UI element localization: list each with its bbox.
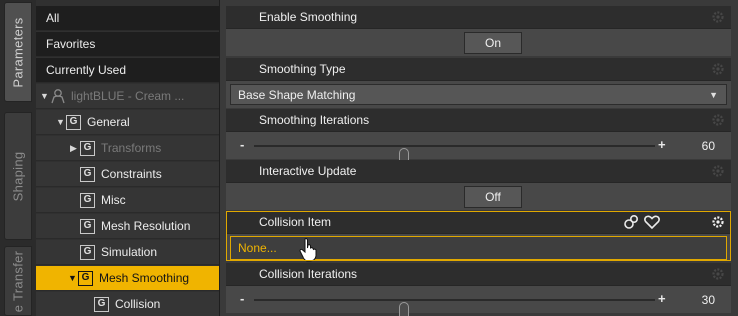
gear-icon[interactable] bbox=[711, 10, 725, 24]
gear-icon[interactable] bbox=[711, 62, 725, 76]
tree-item-all[interactable]: All bbox=[36, 6, 219, 31]
gear-icon[interactable] bbox=[711, 215, 725, 229]
collision-item-value: None... bbox=[238, 241, 277, 255]
parameter-tree: All Favorites Currently Used ▼ lightBLUE… bbox=[36, 0, 220, 316]
property-body: None... bbox=[226, 233, 731, 262]
hand-cursor-icon bbox=[299, 238, 317, 262]
property-title: Collision Item bbox=[259, 215, 332, 229]
tree-item-simulation[interactable]: G Simulation bbox=[36, 240, 219, 265]
tab-shaping[interactable]: Shaping bbox=[4, 112, 32, 240]
interactive-update-toggle[interactable]: Off bbox=[464, 186, 522, 208]
tree-item-misc[interactable]: G Misc bbox=[36, 188, 219, 213]
group-icon: G bbox=[80, 166, 95, 182]
property-title: Enable Smoothing bbox=[259, 10, 358, 24]
property-header: Collision Iterations bbox=[226, 263, 731, 285]
group-icon: G bbox=[94, 296, 109, 312]
property-header: Enable Smoothing bbox=[226, 6, 731, 28]
tree-item-label: Transforms bbox=[101, 141, 162, 155]
tree-item-label: Mesh Resolution bbox=[101, 219, 191, 233]
smoothing-iterations-slider[interactable]: - + 60 bbox=[226, 132, 731, 168]
tree-item-label: Favorites bbox=[46, 37, 96, 51]
group-icon: G bbox=[78, 270, 93, 286]
group-icon: G bbox=[66, 114, 81, 130]
increment-button[interactable]: + bbox=[658, 291, 666, 306]
heart-icon[interactable] bbox=[643, 214, 661, 230]
slider-track[interactable] bbox=[254, 145, 655, 168]
tree-item-label: lightBLUE - Cream ... bbox=[71, 89, 185, 103]
tree-item-label: Mesh Smoothing bbox=[99, 271, 190, 285]
property-enable-smoothing: Enable Smoothing On bbox=[226, 6, 731, 56]
figure-icon bbox=[51, 89, 65, 104]
slider-track[interactable] bbox=[254, 299, 655, 316]
property-header: Interactive Update bbox=[226, 160, 731, 182]
tab-parameters-label: Parameters bbox=[10, 16, 26, 88]
property-body: Base Shape Matching ▼ bbox=[226, 80, 731, 108]
dropdown-value: Base Shape Matching bbox=[238, 87, 356, 102]
property-panel: Enable Smoothing On Smoothing Type Base … bbox=[220, 0, 738, 316]
side-tab-strip: Parameters Shaping e Transfer bbox=[0, 0, 36, 316]
property-interactive-update: Interactive Update Off bbox=[226, 160, 731, 210]
group-icon: G bbox=[80, 140, 95, 156]
property-body: On bbox=[226, 28, 731, 56]
property-title: Interactive Update bbox=[259, 164, 357, 178]
tree-item-transforms[interactable]: ▶ G Transforms bbox=[36, 136, 219, 161]
tree-item-label: Misc bbox=[101, 193, 126, 207]
tree-item-mesh-resolution[interactable]: G Mesh Resolution bbox=[36, 214, 219, 239]
tab-shaping-label: Shaping bbox=[10, 151, 26, 201]
tree-item-favorites[interactable]: Favorites bbox=[36, 32, 219, 57]
tree-item-label: Collision bbox=[115, 297, 161, 311]
property-collision-item: Collision Item None... bbox=[226, 211, 731, 262]
tree-item-constraints[interactable]: G Constraints bbox=[36, 162, 219, 187]
group-icon: G bbox=[80, 218, 95, 234]
tree-item-label: All bbox=[46, 11, 60, 25]
tree-item-mesh-smoothing[interactable]: ▼ G Mesh Smoothing bbox=[36, 266, 219, 291]
property-body: Off bbox=[226, 182, 731, 210]
group-icon: G bbox=[80, 192, 95, 208]
tab-transfer-label: e Transfer bbox=[10, 250, 26, 312]
tree-item-figure[interactable]: ▼ lightBLUE - Cream ... bbox=[36, 84, 219, 109]
increment-button[interactable]: + bbox=[658, 137, 666, 152]
tree-item-label: Currently Used bbox=[46, 63, 127, 77]
gear-icon[interactable] bbox=[711, 267, 725, 281]
tree-item-currently-used[interactable]: Currently Used bbox=[36, 58, 219, 83]
slider-value[interactable]: 30 bbox=[702, 293, 715, 307]
link-icon[interactable] bbox=[623, 214, 641, 230]
property-header: Collision Item bbox=[226, 211, 731, 233]
group-icon: G bbox=[80, 244, 95, 260]
tab-parameters[interactable]: Parameters bbox=[4, 2, 32, 102]
property-smoothing-type: Smoothing Type Base Shape Matching ▼ bbox=[226, 58, 731, 108]
dropdown-arrow-icon: ▼ bbox=[709, 90, 718, 100]
property-header: Smoothing Type bbox=[226, 58, 731, 80]
property-body: - + 60 bbox=[226, 131, 731, 168]
tree-item-label: Simulation bbox=[101, 245, 158, 259]
expand-down-icon[interactable]: ▼ bbox=[56, 117, 66, 127]
expand-right-icon[interactable]: ▶ bbox=[70, 143, 80, 154]
gear-icon[interactable] bbox=[711, 164, 725, 178]
tree-item-general[interactable]: ▼ G General bbox=[36, 110, 219, 135]
enable-smoothing-toggle[interactable]: On bbox=[464, 32, 522, 54]
property-header-icons bbox=[623, 214, 661, 230]
slider-knob[interactable] bbox=[399, 302, 410, 316]
property-title: Smoothing Type bbox=[259, 62, 346, 76]
tab-transfer[interactable]: e Transfer bbox=[4, 246, 32, 316]
property-collision-iterations: Collision Iterations - + 30 bbox=[226, 263, 731, 316]
tree-item-collision[interactable]: G Collision bbox=[36, 292, 219, 316]
slider-value[interactable]: 60 bbox=[702, 139, 715, 153]
decrement-button[interactable]: - bbox=[240, 291, 244, 306]
expand-down-icon[interactable]: ▼ bbox=[68, 273, 78, 283]
property-title: Collision Iterations bbox=[259, 267, 358, 281]
expand-down-icon[interactable]: ▼ bbox=[40, 91, 50, 101]
property-smoothing-iterations: Smoothing Iterations - + 60 bbox=[226, 109, 731, 168]
property-header: Smoothing Iterations bbox=[226, 109, 731, 131]
gear-icon[interactable] bbox=[711, 113, 725, 127]
decrement-button[interactable]: - bbox=[240, 137, 244, 152]
property-title: Smoothing Iterations bbox=[259, 113, 370, 127]
collision-iterations-slider[interactable]: - + 30 bbox=[226, 286, 731, 316]
smoothing-type-dropdown[interactable]: Base Shape Matching ▼ bbox=[230, 84, 727, 105]
tree-item-label: General bbox=[87, 115, 130, 129]
tree-item-label: Constraints bbox=[101, 167, 162, 181]
property-body: - + 30 bbox=[226, 285, 731, 316]
